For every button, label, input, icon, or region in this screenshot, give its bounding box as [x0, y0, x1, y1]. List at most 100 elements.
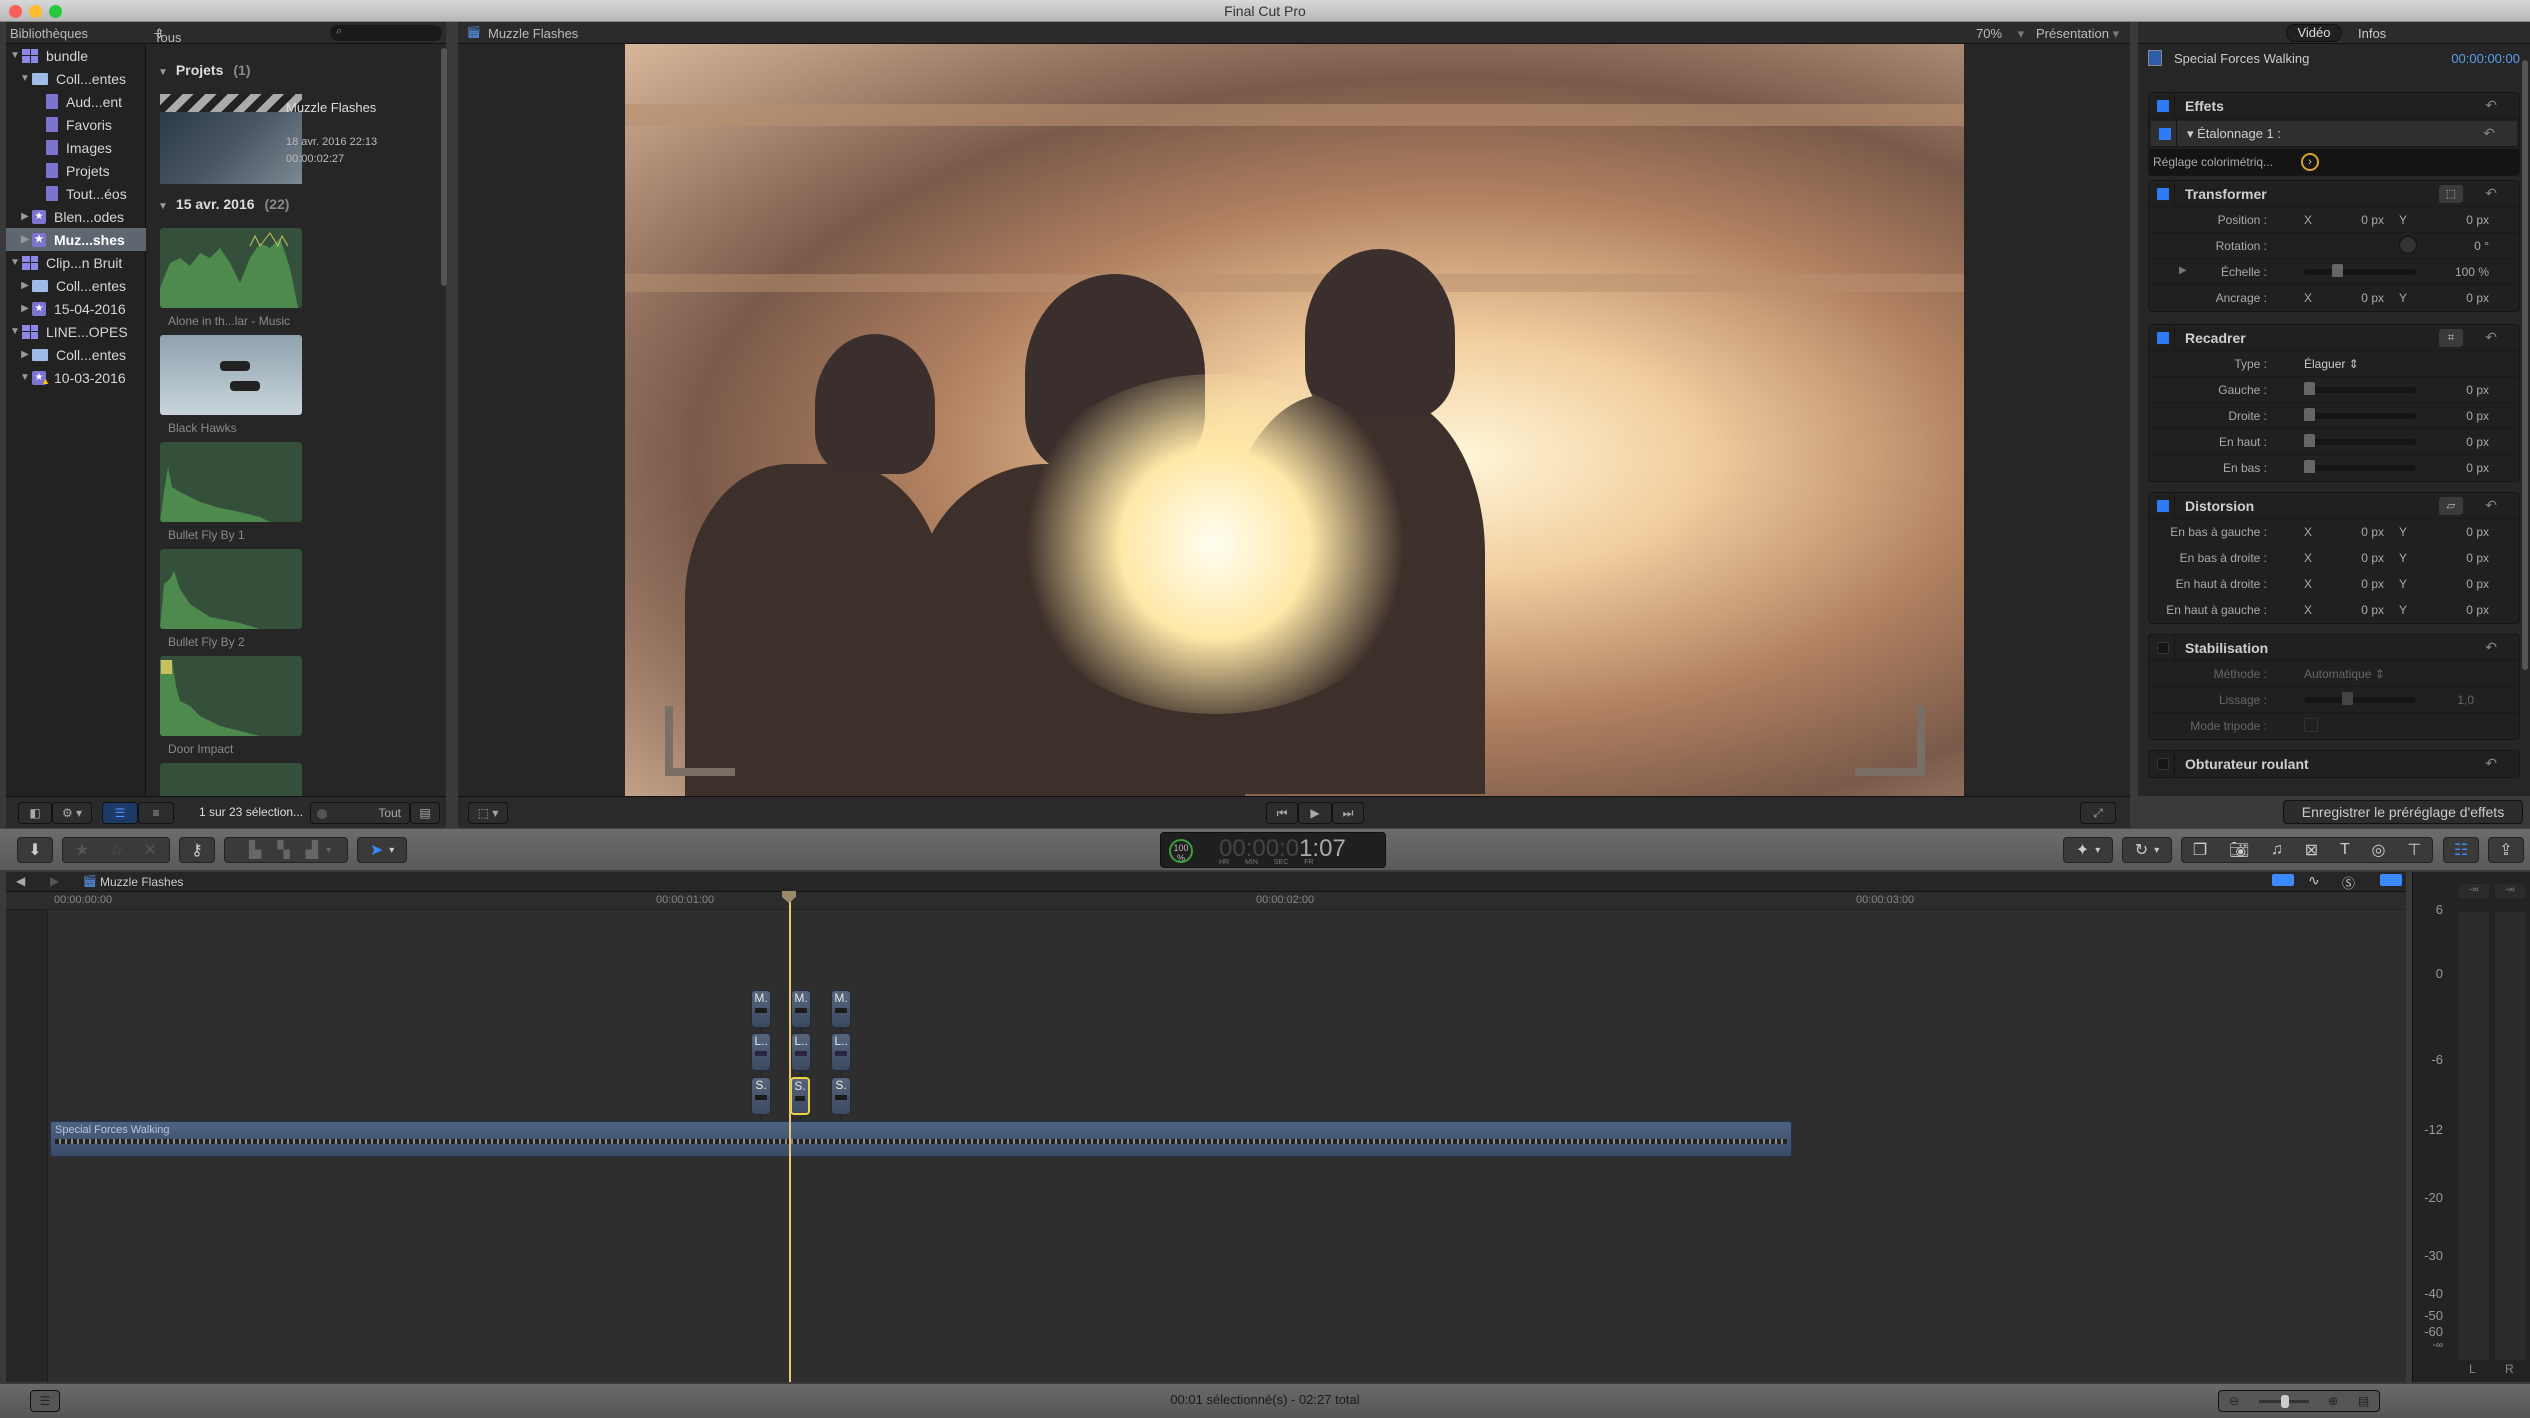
toggle-sidebar-button[interactable]: ◧: [18, 802, 52, 824]
stabilization-enable-checkbox[interactable]: [2157, 642, 2169, 654]
zoom-in-icon[interactable]: ⊕: [2328, 1394, 2338, 1408]
primary-storyline-clip[interactable]: Special Forces Walking: [50, 1121, 1792, 1157]
smoothing-slider[interactable]: [2304, 692, 2416, 705]
project-thumbnail[interactable]: [160, 94, 302, 184]
rotation-dial[interactable]: [2399, 236, 2417, 254]
distort-x-field[interactable]: 0 px: [2334, 525, 2384, 539]
disclosure-triangle-icon[interactable]: ▼: [8, 50, 22, 61]
projects-group-header[interactable]: ▼ Projets (1): [158, 62, 251, 78]
distortion-enable-checkbox[interactable]: [2157, 500, 2169, 512]
reset-icon[interactable]: ↶: [2485, 497, 2497, 514]
connected-clip[interactable]: S.: [831, 1077, 851, 1115]
distort-y-field[interactable]: 0 px: [2429, 525, 2489, 539]
clip-thumbnail-audio[interactable]: [160, 442, 302, 522]
crop-enable-checkbox[interactable]: [2157, 332, 2169, 344]
crop-onscreen-button[interactable]: ⌗: [2439, 329, 2463, 347]
retime-button[interactable]: ↻ ▾: [2122, 837, 2172, 863]
effects-browser-icon[interactable]: ❐: [2193, 840, 2207, 860]
connected-clip[interactable]: L..: [791, 1033, 811, 1071]
sidebar-item-projects[interactable]: Projets: [6, 159, 146, 182]
color-board-label[interactable]: ▾ Étalonnage 1 :: [2187, 126, 2281, 142]
distort-x-field[interactable]: 0 px: [2334, 577, 2384, 591]
clip-thumbnail-audio[interactable]: [160, 228, 302, 308]
distort-x-field[interactable]: 0 px: [2334, 551, 2384, 565]
photo-browser-icon[interactable]: 📷︎: [2229, 840, 2249, 860]
zoom-dropdown[interactable]: 70% ▾: [1976, 26, 2024, 42]
connected-clip[interactable]: M.: [831, 990, 851, 1028]
reset-icon[interactable]: ↶: [2485, 97, 2497, 114]
playhead[interactable]: [789, 892, 791, 1382]
insert-clip-icon[interactable]: ▚: [277, 840, 289, 860]
tab-info[interactable]: Infos: [2358, 26, 2386, 41]
method-dropdown[interactable]: Automatique ⇕: [2304, 667, 2385, 681]
disclosure-triangle-icon[interactable]: ▼: [18, 73, 32, 84]
sidebar-item-bundle[interactable]: ▼ bundle: [6, 44, 146, 67]
disclosure-triangle-icon[interactable]: ▼: [18, 372, 32, 383]
audio-skimming-icon[interactable]: ∿: [2308, 872, 2320, 889]
share-button[interactable]: ⇪: [2488, 837, 2524, 863]
position-x-field[interactable]: 0 px: [2334, 213, 2384, 227]
crop-type-dropdown[interactable]: Élaguer ⇕: [2304, 357, 2359, 371]
color-board-open-button[interactable]: ›: [2301, 153, 2319, 171]
filmstrip-view-button[interactable]: ☰: [102, 802, 138, 824]
clip-duration-slider[interactable]: Tout: [310, 802, 410, 824]
sidebar-item-linetopes[interactable]: ▼ LINE...OPES: [6, 320, 146, 343]
clip-thumbnail-video[interactable]: [160, 335, 302, 415]
sidebar-item-blend-modes[interactable]: ▶ ★ Blen...odes: [6, 205, 146, 228]
timeline-ruler[interactable]: 00:00:00:00 00:00:01:00 00:00:02:00 00:0…: [6, 892, 2406, 910]
slider-knob[interactable]: [2304, 434, 2315, 447]
generators-browser-icon[interactable]: ◎: [2371, 840, 2385, 860]
forward-icon[interactable]: ▶: [50, 874, 59, 888]
disclosure-triangle-icon[interactable]: ▶: [18, 280, 32, 291]
sidebar-item-smart-collections-2[interactable]: ▶ Coll...entes: [6, 274, 146, 297]
inspector-scrollbar[interactable]: [2522, 60, 2528, 670]
append-clip-icon[interactable]: ▟: [306, 840, 318, 860]
distort-onscreen-button[interactable]: ▱: [2439, 497, 2463, 515]
music-browser-icon[interactable]: ♫: [2271, 841, 2283, 859]
list-view-button[interactable]: ≡: [138, 802, 174, 824]
position-y-field[interactable]: 0 px: [2429, 213, 2489, 227]
tab-video[interactable]: Vidéo: [2286, 24, 2342, 42]
search-input[interactable]: ⌕: [330, 25, 442, 41]
disclosure-triangle-icon[interactable]: ▶: [18, 234, 32, 245]
disclosure-triangle-icon[interactable]: ▶: [18, 349, 32, 360]
tripod-checkbox[interactable]: [2304, 718, 2318, 732]
reset-icon[interactable]: ↶: [2483, 125, 2495, 142]
anchor-y-field[interactable]: 0 px: [2429, 291, 2489, 305]
slider-knob[interactable]: [2304, 382, 2315, 395]
zoom-out-icon[interactable]: ⊖: [2229, 1394, 2239, 1408]
keyword-editor-button[interactable]: ⚷: [179, 837, 215, 863]
sidebar-item-clip-bruit[interactable]: ▼ Clip...n Bruit: [6, 251, 146, 274]
zoom-slider[interactable]: [2258, 1394, 2309, 1408]
slider-knob[interactable]: [317, 809, 327, 819]
video-frame[interactable]: [625, 44, 1964, 796]
slider-knob[interactable]: [2304, 408, 2315, 421]
transform-enable-checkbox[interactable]: [2157, 188, 2169, 200]
video-skimming-icon[interactable]: [2272, 874, 2294, 886]
rolling-shutter-enable-checkbox[interactable]: [2157, 758, 2169, 770]
disclosure-triangle-icon[interactable]: ▶: [2179, 265, 2187, 276]
anchor-x-field[interactable]: 0 px: [2334, 291, 2384, 305]
effects-enable-checkbox[interactable]: [2157, 100, 2169, 112]
sidebar-item-muzzle-flashes[interactable]: ▶ ★ Muz...shes: [6, 228, 146, 251]
inspector-toggle-button[interactable]: ☷: [2443, 837, 2479, 863]
disclosure-triangle-icon[interactable]: ▶: [18, 211, 32, 222]
enhancements-button[interactable]: ✦ ▾: [2063, 837, 2113, 863]
back-icon[interactable]: ◀: [16, 874, 25, 888]
unrate-star-icon[interactable]: ☆: [109, 840, 123, 860]
action-menu-button[interactable]: ⚙ ▾: [52, 802, 92, 824]
clip-thumbnail-audio[interactable]: [160, 549, 302, 629]
connected-clip[interactable]: S.: [751, 1077, 771, 1115]
presentation-dropdown[interactable]: Présentation ▾: [2036, 26, 2119, 42]
slider-knob[interactable]: [2280, 1394, 2289, 1408]
import-button[interactable]: ⬇: [17, 837, 53, 863]
distort-y-field[interactable]: 0 px: [2429, 577, 2489, 591]
rotation-field[interactable]: 0 °: [2429, 239, 2489, 253]
crop-top-slider[interactable]: [2304, 434, 2416, 447]
disclosure-triangle-icon[interactable]: ▼: [8, 326, 22, 337]
clip-appearance-icon[interactable]: ▤: [2358, 1394, 2369, 1408]
reset-icon[interactable]: ↶: [2485, 185, 2497, 202]
browser-scrollbar[interactable]: [441, 48, 447, 286]
select-tool-button[interactable]: ➤ ▾: [357, 837, 407, 863]
reset-icon[interactable]: ↶: [2485, 755, 2497, 772]
